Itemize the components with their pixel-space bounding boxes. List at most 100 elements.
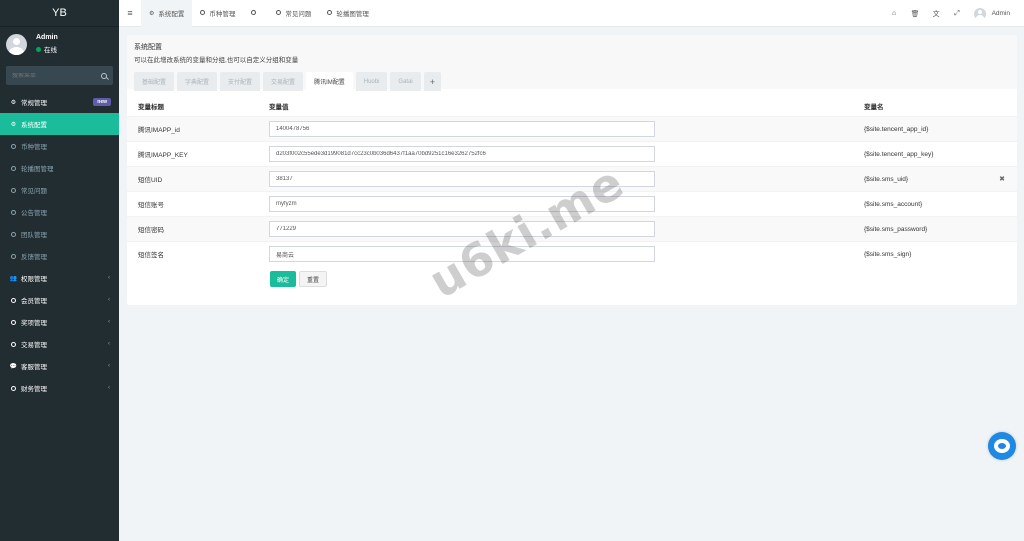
chevron-left-icon: ‹ — [108, 363, 110, 369]
sidebar: YB Admin 在线 ⚙ 常规管理 new ⚙ 系统配置 币种管理 — [0, 0, 119, 541]
navbar-right: ⌂ 🗑 文 ⤢ Admin — [884, 0, 1024, 27]
panel-header: 系统配置 可以在此增改系统的变量和分组,也可以自定义分组和变量 基础配置 字典配… — [127, 35, 1017, 91]
value-input[interactable] — [269, 121, 655, 137]
sidebar-menu: ⚙ 常规管理 new ⚙ 系统配置 币种管理 轮播图管理 常见问题 公告管理 团… — [0, 91, 119, 399]
page-description: 可以在此增改系统的变量和分组,也可以自定义分组和变量 — [134, 57, 299, 64]
tab-payment[interactable]: 支付配置 — [220, 72, 261, 91]
add-tab-button[interactable]: + — [423, 72, 442, 91]
tab-tencent-im[interactable]: 腾讯IM配置 — [306, 72, 353, 91]
circle-o-icon — [10, 319, 17, 325]
sidebar-item-awards[interactable]: 奖项管理 ‹ — [0, 311, 119, 333]
navbar-user[interactable]: Admin — [968, 7, 1024, 20]
config-tabs: 基础配置 字典配置 支付配置 交易配置 腾讯IM配置 Huobi Gatai + — [134, 72, 1010, 91]
new-badge: new — [93, 98, 111, 106]
sidebar-item-label: 常见问题 — [21, 188, 47, 195]
row-title: 腾讯IMAPP_id — [138, 127, 180, 134]
row-variable-name: {$site.tencent_app_id} — [864, 125, 929, 133]
trash-icon[interactable]: 🗑 — [905, 10, 926, 18]
tab-label: 币种管理 — [209, 11, 236, 18]
search-input[interactable] — [12, 72, 92, 79]
tab-basic[interactable]: 基础配置 — [134, 72, 175, 91]
column-header-value: 变量值 — [269, 104, 289, 111]
menu-toggle-icon[interactable]: ≡ — [119, 8, 141, 18]
sidebar-item-label: 轮播图管理 — [21, 166, 54, 173]
app-logo[interactable]: YB — [0, 0, 119, 27]
table-row: 腾讯IMAPP_KEY {$site.tencent_app_key} — [127, 141, 1017, 166]
sidebar-item-label: 奖项管理 — [21, 320, 47, 327]
sidebar-item-label: 币种管理 — [21, 144, 47, 151]
tab-unnamed[interactable] — [243, 0, 268, 27]
form-actions: 确定 重置 — [127, 271, 1017, 287]
column-header-title: 变量标题 — [138, 104, 164, 111]
sidebar-item-carousel[interactable]: 轮播图管理 — [0, 157, 119, 179]
tab-label: 系统配置 — [158, 11, 185, 18]
sidebar-item-label: 会员管理 — [21, 298, 47, 305]
sidebar-search — [6, 66, 113, 85]
tab-carousel[interactable]: 轮播图管理 — [319, 0, 377, 27]
user-status: 在线 — [36, 44, 58, 54]
circle-o-icon — [10, 253, 17, 259]
circle-o-icon — [276, 9, 282, 17]
chat-float-button[interactable] — [988, 432, 1016, 460]
table-row: 腾讯IMAPP_id {$site.tencent_app_id} — [127, 116, 1017, 141]
delete-row-icon[interactable]: ✖ — [999, 175, 1005, 183]
sidebar-item-label: 系统配置 — [21, 122, 47, 129]
tab-label: 常见问题 — [285, 11, 312, 18]
sidebar-item-support[interactable]: 💬 客服管理 ‹ — [0, 355, 119, 377]
tab-system-config[interactable]: ⚙ 系统配置 — [141, 0, 193, 27]
chat-bubble-icon — [994, 439, 1010, 453]
value-input[interactable] — [269, 221, 655, 237]
tab-huobi[interactable]: Huobi — [355, 72, 388, 91]
tab-trade[interactable]: 交易配置 — [263, 72, 304, 91]
fullscreen-icon[interactable]: ⤢ — [947, 10, 968, 18]
circle-o-icon — [10, 187, 17, 193]
column-header-name: 变量名 — [864, 104, 884, 111]
config-panel: 系统配置 可以在此增改系统的变量和分组,也可以自定义分组和变量 基础配置 字典配… — [127, 35, 1017, 305]
search-icon[interactable] — [101, 72, 107, 79]
sidebar-item-label: 财务管理 — [21, 386, 47, 393]
chevron-left-icon: ‹ — [108, 341, 110, 347]
row-title: 腾讯IMAPP_KEY — [138, 152, 188, 159]
circle-o-icon — [251, 9, 257, 17]
language-icon[interactable]: 文 — [926, 9, 947, 19]
sidebar-item-team[interactable]: 团队管理 — [0, 223, 119, 245]
sidebar-item-label: 客服管理 — [21, 364, 47, 371]
sidebar-item-system-config[interactable]: ⚙ 系统配置 — [0, 113, 119, 135]
sidebar-item-permissions[interactable]: 👥 权限管理 ‹ — [0, 267, 119, 289]
tab-gatai[interactable]: Gatai — [390, 72, 421, 91]
sidebar-item-currency[interactable]: 币种管理 — [0, 135, 119, 157]
user-name: Admin — [36, 34, 58, 41]
gear-icon: ⚙ — [10, 121, 17, 128]
ok-button[interactable]: 确定 — [270, 271, 297, 287]
sidebar-item-faq[interactable]: 常见问题 — [0, 179, 119, 201]
circle-o-icon — [10, 341, 17, 347]
top-navbar: ≡ ⚙ 系统配置 币种管理 常见问题 轮播图管理 ⌂ 🗑 文 ⤢ Admin — [119, 0, 1024, 27]
sidebar-item-finance[interactable]: 财务管理 ‹ — [0, 377, 119, 399]
sidebar-item-trades[interactable]: 交易管理 ‹ — [0, 333, 119, 355]
comment-icon: 💬 — [9, 363, 18, 370]
row-title: 短信UID — [138, 177, 163, 184]
sidebar-item-members[interactable]: 会员管理 ‹ — [0, 289, 119, 311]
navbar-user-name: Admin — [991, 10, 1010, 17]
tab-dictionary[interactable]: 字典配置 — [177, 72, 218, 91]
circle-o-icon — [10, 231, 17, 237]
table-row: 短信签名 {$site.sms_sign} — [127, 241, 1017, 266]
tab-faq[interactable]: 常见问题 — [268, 0, 319, 27]
row-variable-name: {$site.sms_uid} — [864, 175, 909, 183]
tab-label: 轮播图管理 — [336, 11, 369, 18]
row-title: 短信签名 — [138, 252, 164, 259]
tab-currency[interactable]: 币种管理 — [192, 0, 243, 27]
sidebar-item-announcements[interactable]: 公告管理 — [0, 201, 119, 223]
sidebar-item-label: 权限管理 — [21, 276, 47, 283]
gears-icon: ⚙ — [10, 99, 17, 106]
sidebar-item-feedback[interactable]: 反馈管理 — [0, 245, 119, 267]
user-status-label: 在线 — [44, 47, 57, 54]
sidebar-item-label: 公告管理 — [21, 210, 47, 217]
row-variable-name: {$site.sms_account} — [864, 200, 923, 208]
circle-o-icon — [200, 9, 206, 17]
page-title: 系统配置 — [134, 44, 162, 51]
reset-button[interactable]: 重置 — [299, 271, 328, 287]
gear-icon: ⚙ — [149, 10, 155, 17]
sidebar-item-general[interactable]: ⚙ 常规管理 new — [0, 91, 119, 113]
home-icon[interactable]: ⌂ — [884, 10, 905, 17]
